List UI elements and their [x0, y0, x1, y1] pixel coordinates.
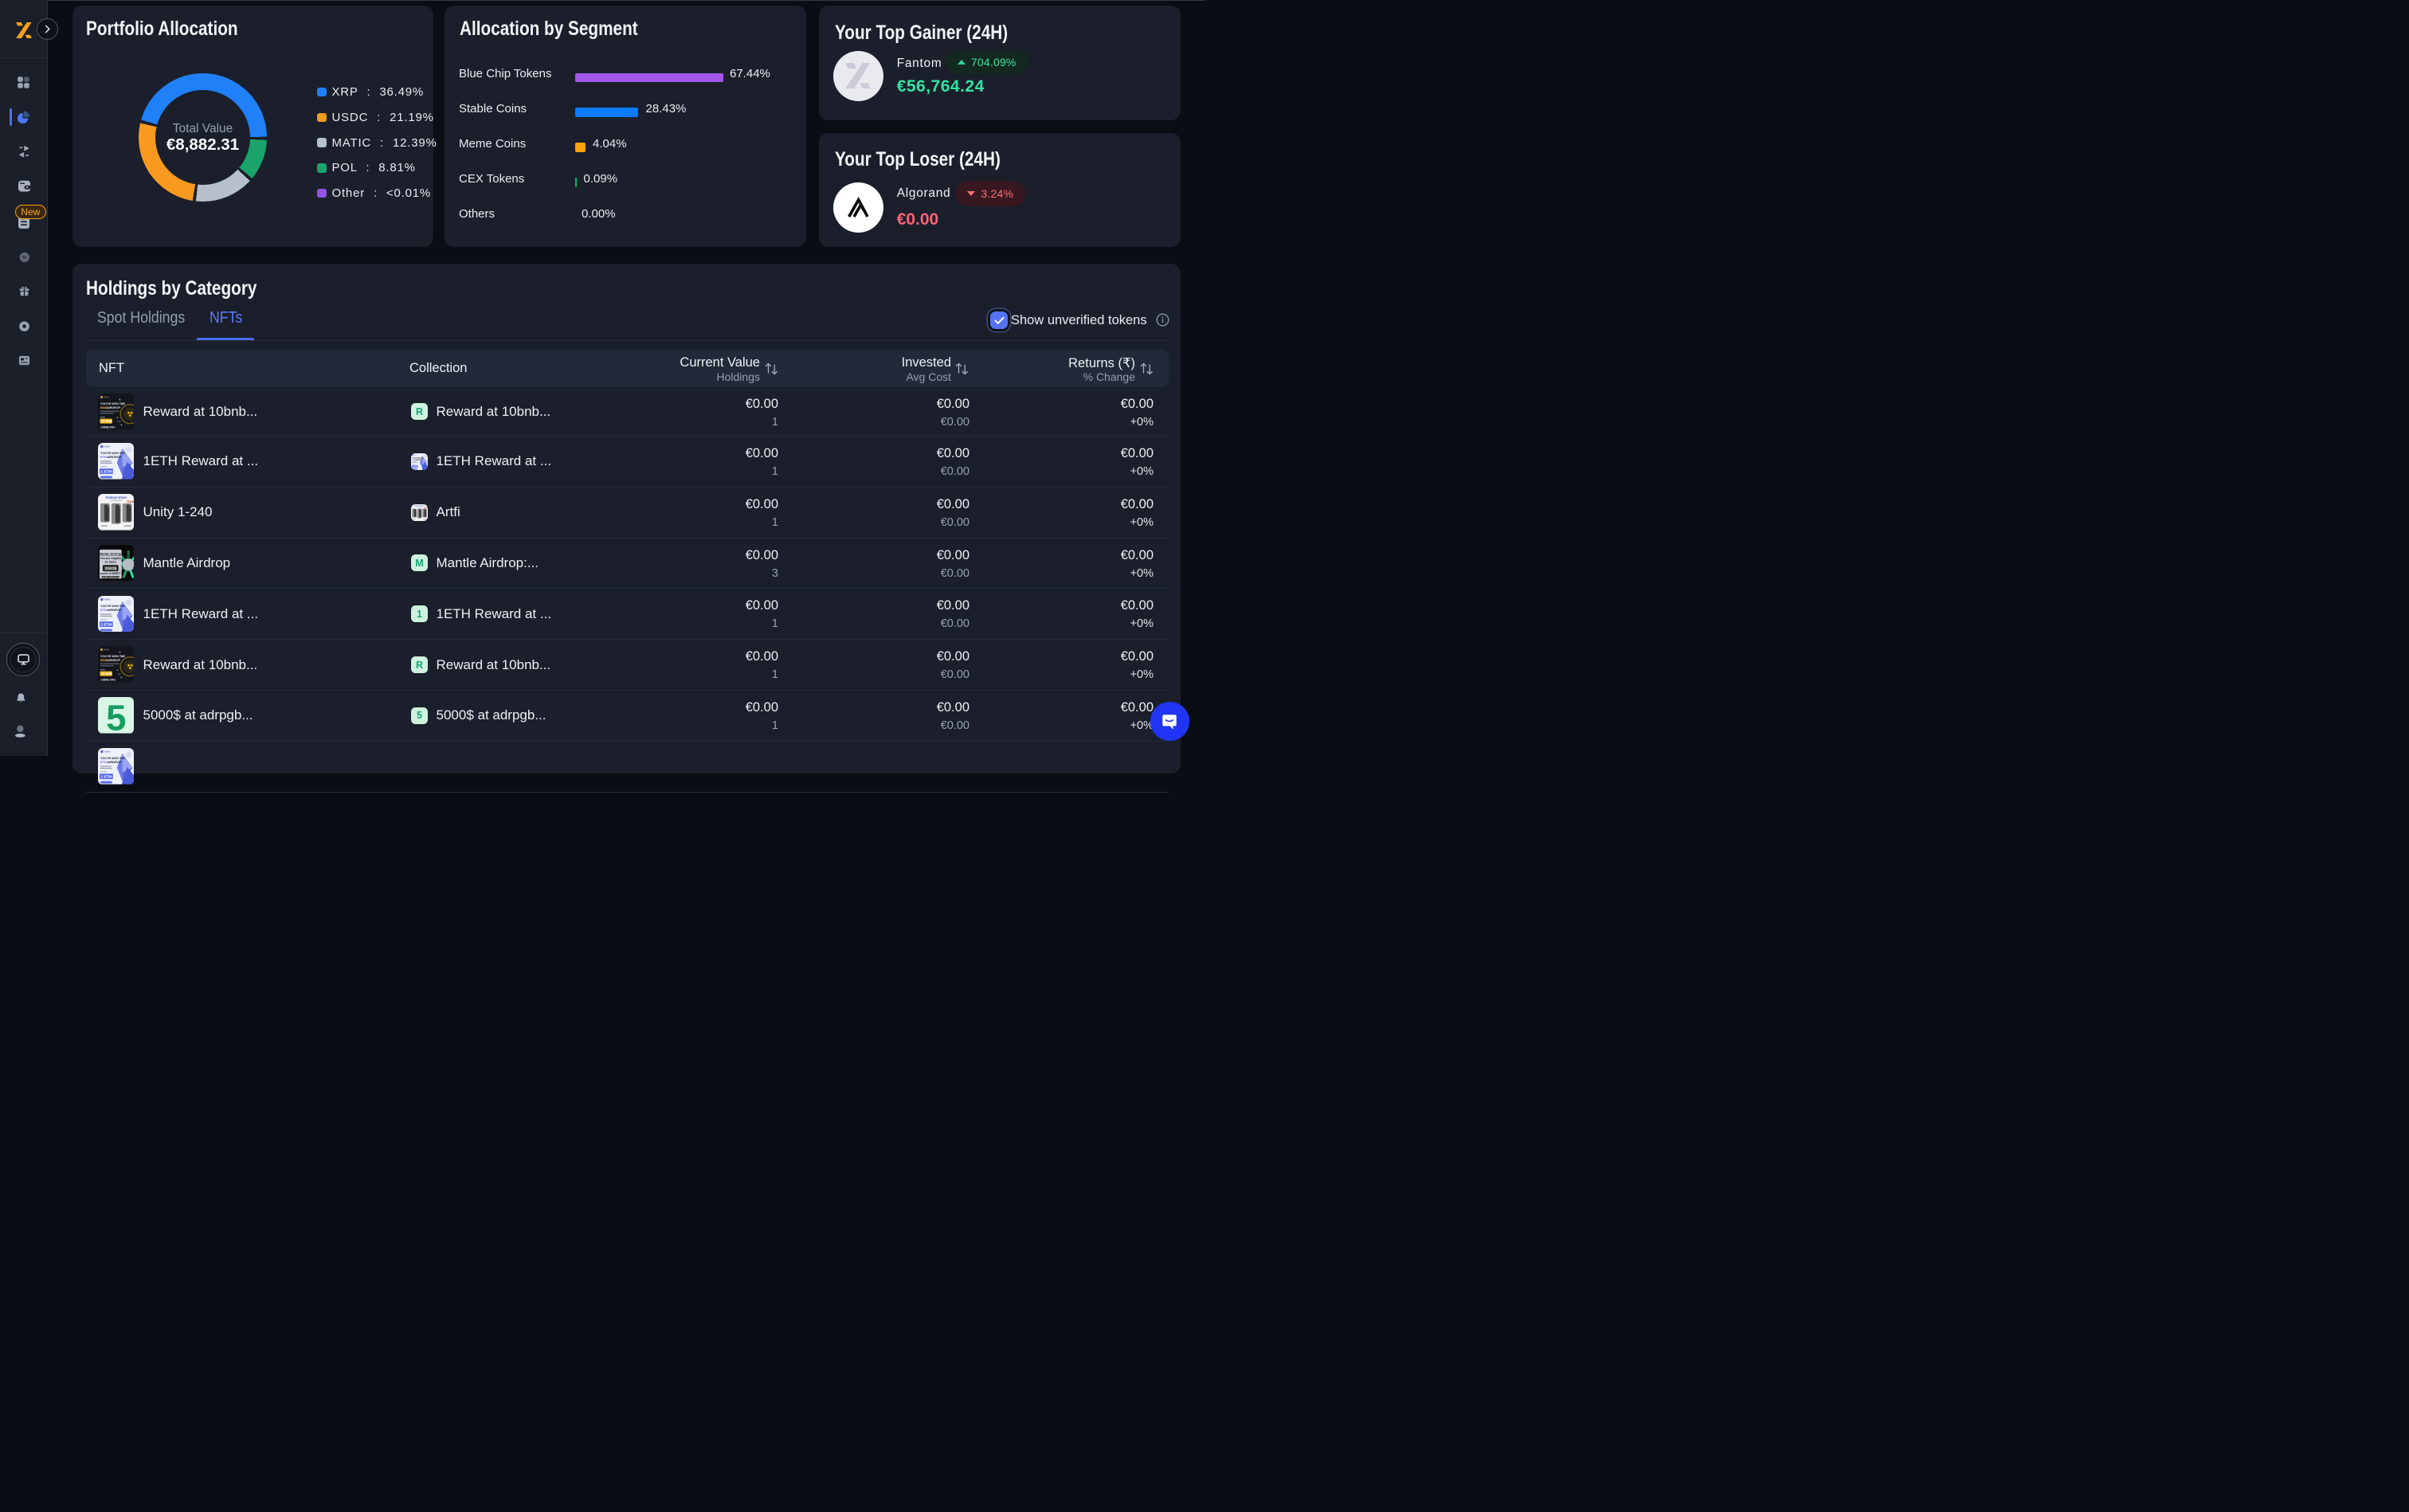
svg-text:You are eligible: You are eligible — [100, 557, 121, 560]
svg-text:1 ETH: 1 ETH — [100, 774, 112, 779]
svg-text:5: 5 — [106, 698, 126, 734]
svg-text:10 BNB: 10 BNB — [101, 673, 112, 676]
svg-text:to claim: to claim — [105, 560, 117, 563]
svg-text:YOU'VE WON THE: YOU'VE WON THE — [100, 655, 126, 658]
svg-text:ETH: ETH — [100, 455, 107, 459]
svg-text:AIRDROP: AIRDROP — [107, 659, 121, 662]
svg-text:worth of $MNT!: worth of $MNT! — [100, 572, 121, 575]
svg-text:Mantle Airdrop: Mantle Airdrop — [100, 551, 122, 555]
svg-text:ETH: ETH — [100, 760, 107, 764]
svg-text:AIRDROP: AIRDROP — [107, 455, 122, 459]
svg-text:YOU'VE WON THE: YOU'VE WON THE — [100, 402, 126, 405]
svg-text:%: % — [22, 255, 26, 260]
svg-text:AIRDROP: AIRDROP — [107, 406, 121, 409]
svg-text:mantle-airdrop.org: mantle-airdrop.org — [101, 576, 119, 579]
svg-text:108NB.ORG: 108NB.ORG — [100, 679, 116, 682]
svg-text:10 BNB: 10 BNB — [101, 420, 112, 423]
svg-text:TEASER: TEASER — [126, 500, 134, 503]
svg-text:108NB.PRO: 108NB.PRO — [100, 426, 116, 429]
svg-text:ETH: ETH — [100, 608, 107, 612]
svg-text:1 ETH: 1 ETH — [100, 470, 112, 475]
svg-text:AIRDROP: AIRDROP — [107, 760, 122, 764]
svg-text:AIRDROP: AIRDROP — [107, 608, 122, 612]
svg-text:1 ETH: 1 ETH — [100, 622, 112, 627]
svg-text:3000$: 3000$ — [104, 566, 116, 571]
svg-text:Salman Khan: Salman Khan — [105, 496, 127, 499]
svg-text:1 ETH: 1 ETH — [413, 466, 418, 468]
